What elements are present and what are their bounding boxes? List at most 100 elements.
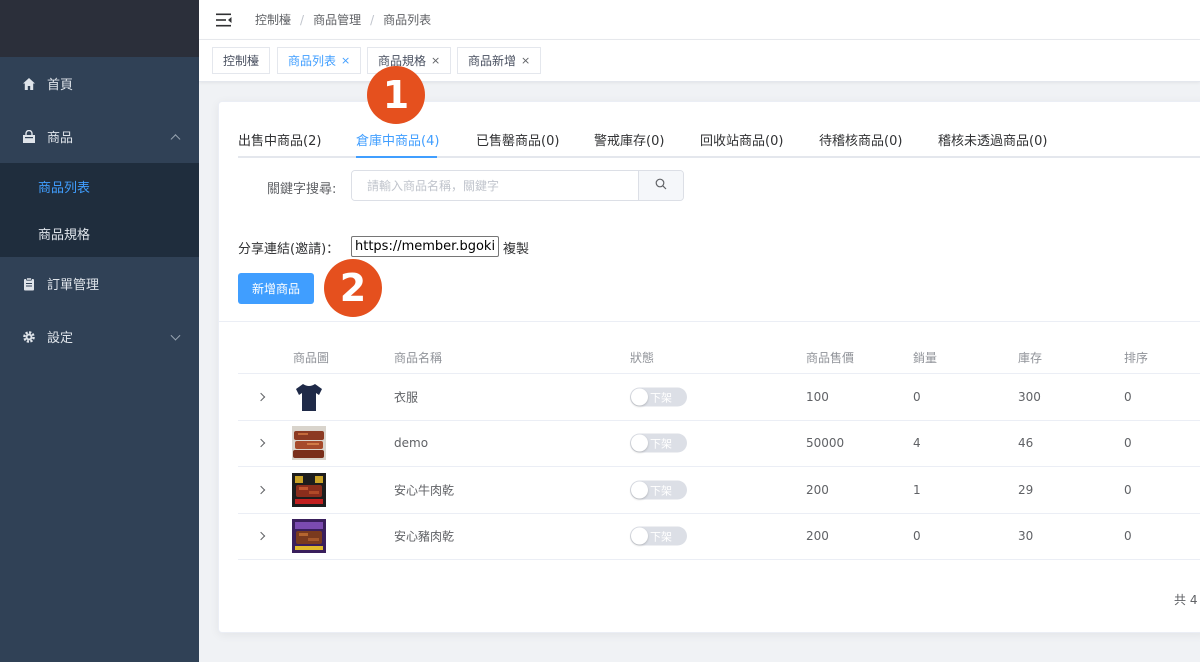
tag-label: 控制檯 [223,54,260,68]
sidebar-subitem-label: 商品規格 [38,228,91,243]
tab-pending-review[interactable]: 待稽核商品(0) [819,130,902,149]
product-thumbnail-tshirt [292,380,326,414]
tags-view: 控制檯 商品列表 × 商品規格 × 商品新增 × [199,40,1200,82]
sidebar-item-settings[interactable]: 設定 [0,310,199,363]
pagination-total: 共 4 [1174,593,1198,607]
product-stock: 29 [1018,482,1034,497]
breadcrumb-item-product-management[interactable]: 商品管理 [313,11,361,28]
expand-row-icon[interactable] [256,439,266,448]
chevron-down-icon [170,330,181,341]
product-name: 安心豬肉乾 [394,529,455,544]
product-stock: 46 [1018,436,1034,451]
status-switch[interactable]: 下架 [630,433,687,453]
table-row[interactable]: 衣服 下架 100 0 300 0 [238,374,1200,421]
sidebar-item-label: 商品 [47,131,74,146]
search-icon [655,178,667,194]
status-switch-label: 下架 [650,391,672,405]
breadcrumb: 控制檯 / 商品管理 / 商品列表 [255,11,431,28]
status-switch-label: 下架 [650,437,672,451]
product-sales: 0 [913,529,921,544]
column-header-sales: 銷量 [913,351,938,365]
tag-label: 商品列表 [288,54,337,68]
top-navbar: 控制檯 / 商品管理 / 商品列表 [199,0,1200,40]
column-header-image: 商品圖 [293,351,330,365]
status-switch-label: 下架 [650,530,672,544]
tab-sold-out[interactable]: 已售罄商品(0) [476,130,559,149]
clipboard-icon [22,276,36,291]
column-header-price: 商品售價 [806,351,855,365]
breadcrumb-separator: / [300,12,305,27]
product-price: 100 [806,389,829,404]
tag-product-list[interactable]: 商品列表 × [277,47,362,74]
shopping-bag-icon [22,129,36,144]
tab-active-indicator [356,156,437,158]
copy-button[interactable]: 複製 [503,238,529,257]
column-header-name: 商品名稱 [394,351,443,365]
product-sort: 0 [1124,529,1132,544]
product-status-tabs: 出售中商品(2) 倉庫中商品(4) 已售罄商品(0) 警戒庫存(0) 回收站商品… [238,126,1200,158]
product-sales: 4 [913,436,921,451]
product-table: 商品圖 商品名稱 狀態 商品售價 銷量 庫存 排序 衣服 下架 100 0 30… [238,340,1200,560]
sidebar-logo-area [0,0,199,57]
expand-row-icon[interactable] [256,485,266,494]
tab-review-failed[interactable]: 稽核未透過商品(0) [938,130,1047,149]
table-row[interactable]: demo 下架 50000 4 46 0 [238,421,1200,467]
expand-row-icon[interactable] [256,532,266,541]
sidebar-item-products[interactable]: 商品 [0,110,199,163]
product-card: 出售中商品(2) 倉庫中商品(4) 已售罄商品(0) 警戒庫存(0) 回收站商品… [218,101,1200,633]
tab-low-stock[interactable]: 警戒庫存(0) [594,130,664,149]
add-product-button[interactable]: 新增商品 [238,273,314,304]
tag-dashboard[interactable]: 控制檯 [212,47,271,74]
tab-in-warehouse[interactable]: 倉庫中商品(4) [356,130,439,149]
expand-row-icon[interactable] [256,392,266,401]
sidebar-subitem-label: 商品列表 [38,181,91,196]
sidebar-subitem-product-spec[interactable]: 商品規格 [0,210,199,257]
tag-label: 商品新增 [468,54,517,68]
product-sort: 0 [1124,436,1132,451]
tab-recycle-bin[interactable]: 回收站商品(0) [700,130,783,149]
breadcrumb-separator: / [370,12,375,27]
search-box [351,170,684,201]
step-badge-1: 1 [367,66,425,124]
product-price: 50000 [806,436,845,451]
product-name: demo [394,436,429,451]
product-sales: 1 [913,482,921,497]
close-icon[interactable]: × [431,54,440,67]
home-icon [22,77,36,91]
product-sort: 0 [1124,482,1132,497]
divider [219,321,1200,322]
share-link-input[interactable] [351,236,499,257]
breadcrumb-item-dashboard[interactable]: 控制檯 [255,11,291,28]
column-header-sort: 排序 [1124,351,1149,365]
search-button[interactable] [638,171,683,200]
status-switch[interactable]: 下架 [630,387,687,407]
sidebar-item-home[interactable]: 首頁 [0,57,199,110]
tag-product-add[interactable]: 商品新增 × [457,47,542,74]
chevron-up-icon [170,133,181,144]
step-badge-2: 2 [324,259,382,317]
table-row[interactable]: 安心豬肉乾 下架 200 0 30 0 [238,514,1200,560]
status-switch[interactable]: 下架 [630,480,687,500]
search-input[interactable] [352,171,638,200]
table-row[interactable]: 安心牛肉乾 下架 200 1 29 0 [238,467,1200,514]
product-sort: 0 [1124,389,1132,404]
share-link-label: 分享連結(邀請)： [238,242,340,257]
sidebar-item-orders[interactable]: 訂單管理 [0,257,199,310]
sidebar-item-label: 設定 [47,331,74,346]
sidebar-subitem-product-list[interactable]: 商品列表 [0,163,199,210]
sidebar-item-label: 訂單管理 [47,278,100,293]
product-thumbnail-meat [292,426,326,461]
product-name: 安心牛肉乾 [394,483,455,498]
column-header-stock: 庫存 [1018,351,1043,365]
table-header: 商品圖 商品名稱 狀態 商品售價 銷量 庫存 排序 [238,340,1200,374]
product-submenu: 商品列表 商品規格 [0,163,199,257]
product-price: 200 [806,529,829,544]
close-icon[interactable]: × [341,54,350,67]
sidebar-item-label: 首頁 [47,78,74,93]
menu-toggle-icon[interactable] [215,11,233,29]
tab-on-sale[interactable]: 出售中商品(2) [238,130,321,149]
product-price: 200 [806,482,829,497]
close-icon[interactable]: × [521,54,530,67]
product-name: 衣服 [394,390,419,405]
status-switch[interactable]: 下架 [630,526,687,546]
